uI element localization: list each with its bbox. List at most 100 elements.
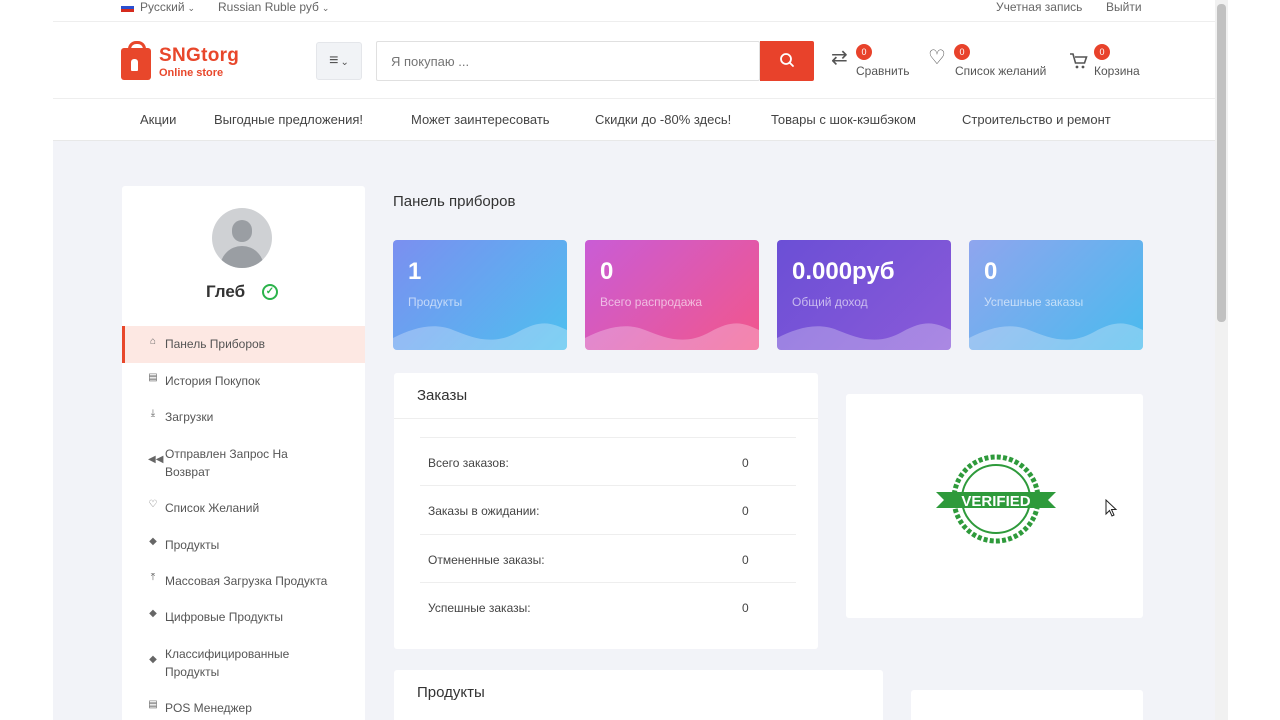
stat-value: 0 [600,258,614,285]
currency-label: Russian Ruble руб [218,0,319,14]
download-icon: ⤓ [150,408,156,419]
logo-name: SNGtorg [159,45,240,66]
user-name: Глеб [206,282,246,301]
currency-selector[interactable]: Russian Ruble руб ⌄ [218,0,329,15]
orders-row-total: Всего заказов: 0 [420,437,796,485]
products-panel: Продукты [394,670,883,720]
order-row-value: 0 [742,601,749,615]
order-row-value: 0 [742,553,749,567]
document-icon: ▤ [148,372,158,383]
page-title: Панель приборов [393,193,516,210]
orders-row-pending: Заказы в ожидании: 0 [420,485,796,533]
sidebar-item-label: Массовая Загрузка Продукта [165,574,328,588]
sidebar-item-label: Список Желаний [165,501,260,515]
sidebar-item-label: Отправлен Запрос На Возврат [165,447,288,479]
nav-item-interesting[interactable]: Может заинтересовать [411,112,550,127]
wave-decoration [393,323,567,350]
pos-icon: ▤ [148,699,158,710]
sidebar-item-bulk-upload[interactable]: ⤒ Массовая Загрузка Продукта [122,572,365,592]
sidebar: Глеб ✓ ⌂ Панель Приборов ▤ История Покуп… [122,186,365,720]
sidebar-item-classified-products[interactable]: ◆ Классифицированные Продукты [122,645,365,683]
nav-item-discounts[interactable]: Скидки до -80% здесь! [595,112,731,127]
stat-card-total-income: 0.000руб Общий доход [777,240,951,350]
sidebar-item-label: POS Менеджер [165,701,252,715]
language-selector[interactable]: Русский ⌄ [121,0,195,15]
diamond-icon: ◆ [149,654,157,665]
top-bar: Русский ⌄ Russian Ruble руб ⌄ Учетная запи… [53,0,1215,22]
search-input[interactable] [376,41,760,81]
page-scrollbar[interactable] [1215,0,1228,720]
avatar [212,208,272,268]
sidebar-item-label: Классифицированные Продукты [165,647,290,679]
nav-item-promotions[interactable]: Акции [140,112,176,127]
sidebar-item-label: Продукты [165,538,220,552]
wishlist-label: Список желаний [955,64,1047,78]
cart-count-badge: 0 [1094,44,1110,60]
sidebar-item-downloads[interactable]: ⤓ Загрузки [122,408,365,428]
products-title: Продукты [417,684,485,701]
stat-label: Продукты [408,295,463,309]
category-menu-button[interactable]: ≡ ⌄ [316,42,362,80]
stat-card-successful-orders: 0 Успешные заказы [969,240,1143,350]
verified-panel: VERIFIED [846,394,1143,618]
nav-item-construction[interactable]: Строительство и ремонт [962,112,1111,127]
sidebar-item-label: Загрузки [165,410,214,424]
cart-icon [1070,53,1088,69]
stat-value: 0.000руб [792,258,895,285]
sidebar-item-purchase-history[interactable]: ▤ История Покупок [122,372,365,392]
cart-label: Корзина [1094,64,1140,78]
page-margin [1228,0,1280,720]
header: SNGtorg Online store ≡⌄ ⇄ 0 Сравнить ♡ 0… [53,22,1215,99]
divider [394,418,818,419]
stat-label: Общий доход [792,295,868,309]
sidebar-item-wishlist[interactable]: ♡ Список Желаний [122,499,365,519]
nav-item-deals[interactable]: Выгодные предложения! [214,112,363,127]
order-row-label: Отмененные заказы: [428,553,545,567]
sidebar-item-dashboard[interactable]: ⌂ Панель Приборов [122,326,365,363]
sidebar-item-label: Цифровые Продукты [165,610,284,624]
stat-value: 0 [984,258,998,285]
stat-label: Успешные заказы [984,295,1084,309]
logo-tagline: Online store [159,67,224,79]
verified-stamp-icon: VERIFIED [936,454,1056,544]
orders-title: Заказы [417,387,468,404]
wave-decoration [969,323,1143,350]
return-icon: ◀◀ [148,454,164,465]
search-icon [780,53,794,67]
compare-icon: ⇄ [831,47,848,69]
search-button[interactable] [760,41,814,81]
extra-panel [911,690,1143,720]
nav-item-cashback[interactable]: Товары с шок-кэшбэком [771,112,916,127]
stat-card-total-sales: 0 Всего распродажа [585,240,759,350]
account-link[interactable]: Учетная запись [996,0,1082,14]
hamburger-icon: ≡ [329,52,339,69]
diamond-icon: ◆ [149,608,157,619]
logout-link[interactable]: Выйти [1106,0,1142,14]
order-row-label: Заказы в ожидании: [428,504,540,518]
chevron-down-icon: ⌄ [187,3,196,13]
heart-icon: ♡ [148,499,158,510]
chevron-down-icon: ⌄ [321,3,330,13]
wave-decoration [585,323,759,350]
main-nav: Акции Выгодные предложения! Может заинте… [53,99,1215,141]
upload-icon: ⤒ [150,572,156,583]
sidebar-item-digital-products[interactable]: ◆ Цифровые Продукты [122,608,365,628]
russia-flag-icon [121,3,134,13]
sidebar-item-label: Панель Приборов [165,337,266,351]
order-row-label: Успешные заказы: [428,601,531,615]
verified-text: VERIFIED [961,493,1030,510]
heart-icon: ♡ [928,47,946,69]
compare-label: Сравнить [856,64,910,78]
logo[interactable]: SNGtorg Online store [121,41,261,82]
scrollbar-thumb[interactable] [1217,4,1226,322]
orders-panel: Заказы Всего заказов: 0 Заказы в ожидани… [394,373,818,649]
sidebar-item-pos-manager[interactable]: ▤ POS Менеджер [122,699,365,719]
stat-value: 1 [408,258,422,285]
browser-page: Русский ⌄ Russian Ruble руб ⌄ Учетная запи… [53,0,1215,720]
diamond-icon: ◆ [149,536,157,547]
compare-count-badge: 0 [856,44,872,60]
sidebar-item-refund-requests[interactable]: ◀◀ Отправлен Запрос На Возврат [122,445,365,483]
home-icon: ⌂ [149,336,157,347]
sidebar-item-label: История Покупок [165,374,260,388]
sidebar-item-products[interactable]: ◆ Продукты [122,536,365,556]
